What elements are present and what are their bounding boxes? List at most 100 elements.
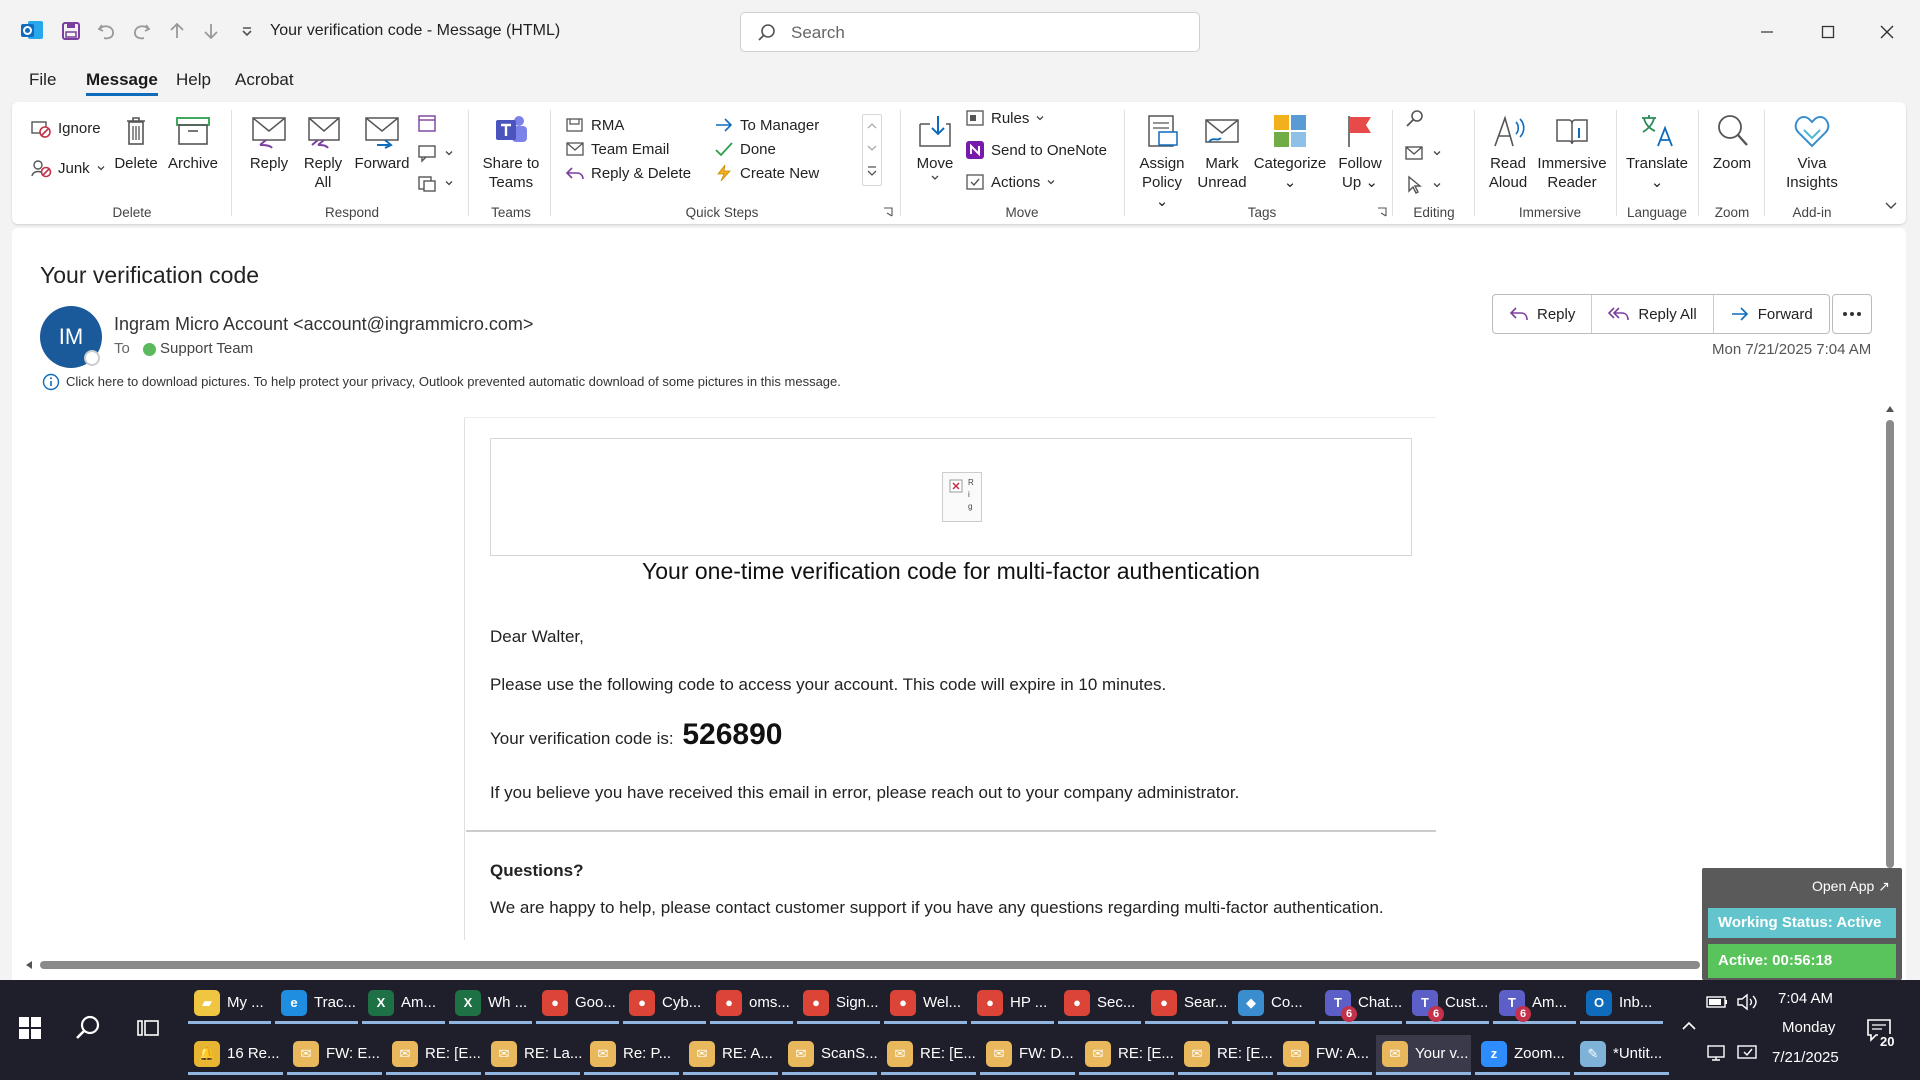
notification-center-button[interactable]: 20 <box>1864 1016 1900 1056</box>
junk-button[interactable]: Junk <box>30 158 106 178</box>
categorize-button[interactable]: Categorize ⌄ <box>1248 112 1332 192</box>
download-pictures-bar[interactable]: Click here to download pictures. To help… <box>66 374 841 389</box>
dialog-launcher-icon[interactable] <box>1376 206 1388 218</box>
delete-button[interactable]: Delete <box>112 112 160 173</box>
immersive-reader-button[interactable]: Immersive Reader <box>1534 112 1610 192</box>
assign-policy-button[interactable]: Assign Policy ⌄ <box>1134 112 1190 211</box>
battery-icon[interactable] <box>1706 994 1728 1010</box>
taskbar-item[interactable]: ✉ RE: [E... <box>881 1035 976 1075</box>
taskbar-item[interactable]: T 6 Am... <box>1493 984 1576 1024</box>
taskbar-item[interactable]: e Trac... <box>275 984 358 1024</box>
arrow-up-icon[interactable] <box>166 20 188 42</box>
archive-button[interactable]: Archive <box>165 112 221 173</box>
taskbar-item[interactable]: z Zoom... <box>1475 1035 1570 1075</box>
task-view-button[interactable] <box>136 1016 160 1040</box>
taskbar-item[interactable]: ● Sear... <box>1145 984 1228 1024</box>
taskbar-item[interactable]: ✎ *Untit... <box>1574 1035 1669 1075</box>
taskbar-item[interactable]: ✉ FW: A... <box>1277 1035 1372 1075</box>
menu-message[interactable]: Message <box>86 70 158 96</box>
reply-action-button[interactable]: Reply <box>1493 295 1593 333</box>
taskbar-item[interactable]: ✉ RE: A... <box>683 1035 778 1075</box>
taskbar-item[interactable]: ✉ ScanS... <box>782 1035 878 1075</box>
taskbar-item[interactable]: ▰ My ... <box>188 984 271 1024</box>
taskbar-search-button[interactable] <box>74 1014 102 1042</box>
more-options-button[interactable] <box>1832 294 1872 334</box>
reply-button[interactable]: Reply <box>244 112 294 173</box>
maximize-button[interactable] <box>1813 18 1843 46</box>
translate-button[interactable]: Translate ⌄ <box>1622 112 1692 192</box>
quickstep-done[interactable]: Done <box>714 140 776 158</box>
taskbar-item[interactable]: ✉ Re: P... <box>584 1035 679 1075</box>
more-respond-button[interactable] <box>416 172 454 194</box>
related-button[interactable] <box>1404 142 1442 164</box>
broken-image[interactable]: R i g <box>942 472 982 522</box>
taskbar-item[interactable]: X Am... <box>362 984 445 1024</box>
vertical-scrollbar[interactable] <box>1884 402 1896 872</box>
mark-unread-button[interactable]: Mark Unread <box>1194 112 1250 192</box>
actions-button[interactable]: Actions <box>965 172 1056 192</box>
taskbar-item[interactable]: ◆ Co... <box>1232 984 1315 1024</box>
taskbar-item[interactable]: ✉ RE: [E... <box>1178 1035 1273 1075</box>
read-aloud-button[interactable]: Read Aloud <box>1480 112 1536 192</box>
taskbar-item[interactable]: ✉ RE: [E... <box>386 1035 481 1075</box>
ignore-button[interactable]: Ignore <box>30 118 101 138</box>
taskbar-item[interactable]: ✉ RE: La... <box>485 1035 582 1075</box>
open-app-link[interactable]: Open App ↗ <box>1812 878 1890 895</box>
follow-up-button[interactable]: Follow Up ⌄ <box>1332 112 1388 192</box>
taskbar-item[interactable]: ✉ Your v... <box>1376 1035 1471 1075</box>
quickstep-to-manager[interactable]: To Manager <box>714 116 819 134</box>
forward-button[interactable]: Forward <box>352 112 412 173</box>
taskbar-item[interactable]: 🔔 16 Re... <box>188 1035 283 1075</box>
quicksteps-scroll[interactable] <box>862 114 882 186</box>
taskbar-item[interactable]: ● Sec... <box>1058 984 1141 1024</box>
taskbar-item[interactable]: ● Sign... <box>797 984 880 1024</box>
menu-file[interactable]: File <box>29 70 56 90</box>
ribbon-collapse-icon[interactable] <box>1884 200 1898 212</box>
redo-icon[interactable] <box>130 20 152 42</box>
undo-icon[interactable] <box>96 20 118 42</box>
taskbar-item[interactable]: ✉ RE: [E... <box>1079 1035 1174 1075</box>
taskbar-item[interactable]: ● Cyb... <box>623 984 706 1024</box>
menu-acrobat[interactable]: Acrobat <box>235 70 294 90</box>
quickstep-team-email[interactable]: Team Email <box>565 140 669 158</box>
viva-insights-button[interactable]: Viva Insights <box>1770 112 1854 192</box>
taskbar-item[interactable]: T 6 Cust... <box>1406 984 1489 1024</box>
menu-help[interactable]: Help <box>176 70 211 90</box>
sender-name[interactable]: Ingram Micro Account <account@ingrammicr… <box>114 314 533 335</box>
reply-all-button[interactable]: Reply All <box>298 112 348 192</box>
select-button[interactable] <box>1404 174 1442 196</box>
taskbar-item[interactable]: ✉ FW: D... <box>980 1035 1075 1075</box>
horizontal-scrollbar[interactable] <box>24 960 1714 970</box>
send-to-onenote-button[interactable]: Send to OneNote <box>965 140 1107 160</box>
clock-date[interactable]: 7/21/2025 <box>1772 1049 1839 1066</box>
display-icon[interactable] <box>1736 1044 1758 1062</box>
taskbar-item[interactable]: ● Wel... <box>884 984 967 1024</box>
forward-action-button[interactable]: Forward <box>1714 295 1829 333</box>
taskbar-item[interactable]: ● oms... <box>710 984 793 1024</box>
taskbar-item[interactable]: O Inb... <box>1580 984 1663 1024</box>
taskbar-item[interactable]: ● Goo... <box>536 984 619 1024</box>
rules-button[interactable]: Rules <box>965 108 1045 128</box>
arrow-down-icon[interactable] <box>200 20 222 42</box>
search-input[interactable]: Search <box>740 12 1200 52</box>
network-icon[interactable] <box>1706 1044 1728 1062</box>
clock-day[interactable]: Monday <box>1782 1019 1835 1036</box>
find-button[interactable] <box>1404 108 1426 130</box>
clock-time[interactable]: 7:04 AM <box>1778 990 1833 1007</box>
taskbar-item[interactable]: ✉ FW: E... <box>287 1035 382 1075</box>
recipient-name[interactable]: Support Team <box>160 340 253 357</box>
taskbar-item[interactable]: X Wh ... <box>449 984 532 1024</box>
quickstep-create-new[interactable]: Create New <box>714 164 819 182</box>
minimize-button[interactable] <box>1752 18 1782 46</box>
quickstep-rma[interactable]: RMA <box>565 116 624 134</box>
share-to-teams-button[interactable]: Share to Teams <box>478 112 544 192</box>
save-icon[interactable] <box>60 20 82 42</box>
im-button[interactable] <box>416 142 454 164</box>
dialog-launcher-icon[interactable] <box>882 206 894 218</box>
taskbar-item[interactable]: T 6 Chat... <box>1319 984 1402 1024</box>
close-button[interactable] <box>1872 18 1902 46</box>
reply-all-action-button[interactable]: Reply All <box>1592 295 1714 333</box>
move-button[interactable]: Move <box>908 112 962 183</box>
zoom-button[interactable]: Zoom <box>1704 112 1760 173</box>
working-status-badge[interactable]: Working Status: Active <box>1708 908 1896 938</box>
